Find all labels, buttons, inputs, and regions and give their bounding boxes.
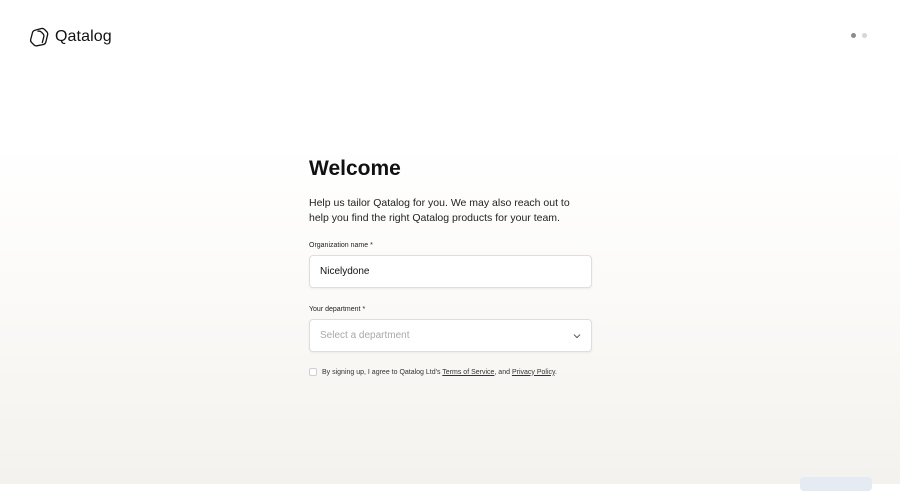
page-title: Welcome — [309, 157, 401, 180]
terms-checkbox[interactable] — [309, 368, 317, 376]
footer-area — [30, 480, 230, 484]
intro-text: Help us tailor Qatalog for you. We may a… — [309, 197, 570, 224]
welcome-form: Welcome Help us tailor Qatalog for you. … — [309, 155, 592, 376]
organization-name-label: Organization name * — [309, 242, 373, 249]
department-placeholder: Select a department — [320, 330, 410, 341]
privacy-policy-link[interactable]: Privacy Policy — [512, 369, 555, 376]
terms-of-service-link[interactable]: Terms of Service — [442, 369, 494, 376]
agreement-suffix: . — [554, 368, 557, 376]
step-dot-inactive — [862, 33, 867, 38]
terms-agreement: By signing up, I agree to Qatalog Ltd's … — [309, 368, 592, 376]
department-select[interactable]: Select a department — [309, 319, 592, 352]
continue-button[interactable] — [800, 477, 872, 491]
chevron-down-icon — [573, 333, 581, 338]
brand-name: Qatalog — [55, 28, 112, 45]
agreement-middle: , and — [494, 368, 512, 376]
organization-name-input[interactable]: Nicelydone — [309, 255, 592, 288]
step-dot-active — [851, 33, 856, 38]
agreement-prefix: By signing up, I agree to Qatalog Ltd's — [322, 368, 443, 376]
step-indicator — [851, 33, 867, 38]
qatalog-logo-icon — [29, 27, 49, 47]
organization-name-value: Nicelydone — [320, 266, 370, 277]
agreement-text: By signing up, I agree to Qatalog Ltd's … — [322, 369, 557, 376]
brand-logo[interactable]: Qatalog — [29, 27, 112, 47]
department-label: Your department * — [309, 306, 366, 313]
